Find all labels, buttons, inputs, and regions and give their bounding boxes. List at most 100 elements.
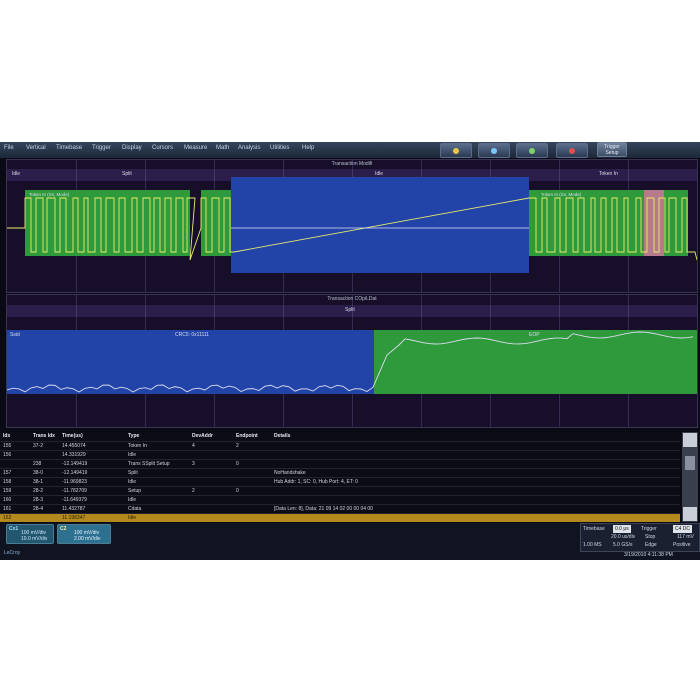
menu-display[interactable]: Display	[122, 145, 142, 151]
cell-trans-idx: 37-2	[33, 443, 44, 449]
scroll-up-icon[interactable]	[683, 433, 697, 447]
menu-timebase[interactable]: Timebase	[56, 145, 82, 151]
cell-time: -11.969823	[62, 479, 87, 485]
scroll-down-icon[interactable]	[683, 507, 697, 521]
cell-time: -11.782709	[62, 488, 87, 494]
th-endpoint[interactable]: Endpoint	[236, 432, 258, 441]
table-row[interactable]: 160 28-3 -11.649379 Idle	[0, 495, 680, 504]
menu-help[interactable]: Help	[302, 145, 314, 151]
panel1-waveform	[7, 177, 697, 273]
table-row[interactable]: 155 37-2 14.455074 Token In 4 2	[0, 441, 680, 450]
toolbar-help-button[interactable]	[556, 143, 588, 158]
cell-trans-idx: 238	[33, 461, 42, 467]
trigger-row3a: Edge	[645, 542, 657, 548]
panel2-label-ssid: Ssid	[10, 332, 20, 338]
trigger-setup-line2: Setup	[605, 150, 619, 156]
menu-math[interactable]: Math	[216, 145, 229, 151]
trigger-row3b: Positive	[673, 542, 691, 548]
menu-trigger[interactable]: Trigger	[92, 145, 111, 151]
channel-icon	[453, 147, 459, 154]
menu-cursors[interactable]: Cursors	[152, 145, 173, 151]
toolbar-math-button[interactable]	[478, 143, 510, 158]
menu-file[interactable]: File	[4, 145, 14, 151]
th-details[interactable]: Details	[274, 432, 290, 441]
table-row[interactable]: 158 38-1 -11.969823 Idle Hub Addr: 1, SC: 0,…	[0, 477, 680, 486]
cell-trans-idx: 28-3	[33, 497, 44, 503]
cell-type: Idle	[128, 497, 137, 503]
channel1-descriptor[interactable]: Cx1 100 mV/div 10.0 mV/div	[6, 524, 54, 544]
panel1-seg-green-3	[529, 190, 644, 256]
timebase-trigger-panel[interactable]: Timebase 0.0 μs Trigger C4 DC 20.0 us/di…	[580, 523, 700, 552]
cell-time: 11.198347	[62, 515, 86, 521]
panel2-seg-green	[374, 330, 697, 394]
panel2-seg-blue	[7, 330, 374, 394]
channel2-line2: 2.00 mV/div	[74, 536, 101, 542]
cell-time: -12.149419	[62, 461, 88, 467]
channel1-label: Cx1	[9, 526, 19, 532]
channel2-label: C2	[60, 526, 67, 532]
cell-trans-idx: 28-4	[33, 506, 44, 512]
th-type[interactable]: Type	[128, 432, 139, 441]
panel2-label-crc: CRC5: 0x11111	[175, 332, 210, 338]
cell-type: Idle	[128, 479, 137, 485]
cell-devaddr: 3	[192, 461, 195, 467]
panel1-seg-green-2	[201, 190, 231, 256]
trigger-setup-button[interactable]: Trigger Setup	[597, 142, 627, 157]
timebase-label: Timebase	[583, 526, 605, 532]
cell-type: Idle	[128, 515, 137, 521]
table-row[interactable]: 157 38-0 -12.149419 Split NoHandshake	[0, 468, 680, 477]
panel2-label-eop: EOP	[529, 332, 540, 338]
cell-type: Split	[128, 470, 138, 476]
channel2-descriptor[interactable]: C2 100 mV/div 2.00 mV/div	[57, 524, 111, 544]
toolbar-zoom-button[interactable]	[516, 143, 548, 158]
table-row[interactable]: 161 28-4 11.432787 Cdata [Data Len: 8], Data…	[0, 504, 680, 513]
menu-analysis[interactable]: Analysis	[238, 145, 260, 151]
cell-trans-idx: 38-0	[33, 470, 44, 476]
trigger-row2b: 117 mV	[677, 534, 694, 540]
cell-time: 14.455074	[62, 443, 86, 449]
table-row[interactable]: 156 14.331929 Idle	[0, 450, 680, 459]
cell-type: Idle	[128, 452, 137, 458]
cell-idx: 158	[3, 479, 12, 485]
menu-utilities[interactable]: Utilities	[270, 145, 289, 151]
cell-trans-idx: 38-1	[33, 479, 44, 485]
timebase-value: 0.0 μs	[613, 525, 631, 533]
cell-details: NoHandshake	[274, 470, 306, 476]
cell-time: -11.649379	[62, 497, 87, 503]
th-trans-idx[interactable]: Trans Idx	[33, 432, 55, 441]
timebase-row3a: 1.00 MS	[583, 542, 602, 548]
panel2-waveform	[7, 330, 697, 394]
cell-type: Trans SSplit Setup	[128, 461, 170, 467]
th-idx[interactable]: Idx	[3, 432, 10, 441]
waveform-panel-2[interactable]: Transaction COpiLDat Split Ssid CRC5: 0x…	[6, 294, 698, 428]
cell-idx: 156	[3, 452, 12, 458]
timebase-row3b: 5.0 GS/s	[613, 542, 633, 548]
scroll-thumb[interactable]	[685, 456, 695, 470]
table-row[interactable]: 162 11.198347 Idle	[0, 513, 680, 522]
cell-details: Hub Addr: 1, SC: 0, Hub Port: 4, ET: 0	[274, 479, 358, 485]
cell-endpoint: 0	[236, 461, 239, 467]
table-row[interactable]: 238 -12.149419 Trans SSplit Setup 3 0	[0, 459, 680, 468]
trigger-row2a: Stop	[645, 534, 656, 540]
th-time[interactable]: Time(us)	[62, 432, 83, 441]
menu-bar: File Vertical Timebase Trigger Display C…	[0, 142, 700, 158]
decode-table[interactable]: Idx Trans Idx Time(us) Type DevAddr Endp…	[0, 432, 680, 522]
menu-measure[interactable]: Measure	[184, 145, 207, 151]
status-bar: Cx1 100 mV/div 10.0 mV/div C2 100 mV/div…	[0, 523, 700, 560]
trigger-label: Trigger	[641, 526, 657, 532]
cell-endpoint: 0	[236, 488, 239, 494]
menu-vertical[interactable]: Vertical	[26, 145, 46, 151]
toolbar-channel-button[interactable]	[440, 143, 472, 158]
th-devaddr[interactable]: DevAddr	[192, 432, 213, 441]
help-icon	[569, 147, 575, 154]
cell-endpoint: 2	[236, 443, 239, 449]
panel1-label-token-green-right: Token In (Ss, Mode)	[541, 192, 582, 197]
waveform-panel-1[interactable]: Transaction Modifi Idle Split Idle Token…	[6, 159, 698, 293]
brand-logo: LeCroy	[4, 550, 21, 556]
table-scrollbar[interactable]	[682, 432, 698, 522]
cell-idx: 155	[3, 443, 12, 449]
channel1-line2: 10.0 mV/div	[21, 536, 48, 542]
table-row[interactable]: 159 28-2 -11.782709 Setup 2 0	[0, 486, 680, 495]
cell-devaddr: 2	[192, 488, 195, 494]
cell-type: Cdata	[128, 506, 142, 512]
